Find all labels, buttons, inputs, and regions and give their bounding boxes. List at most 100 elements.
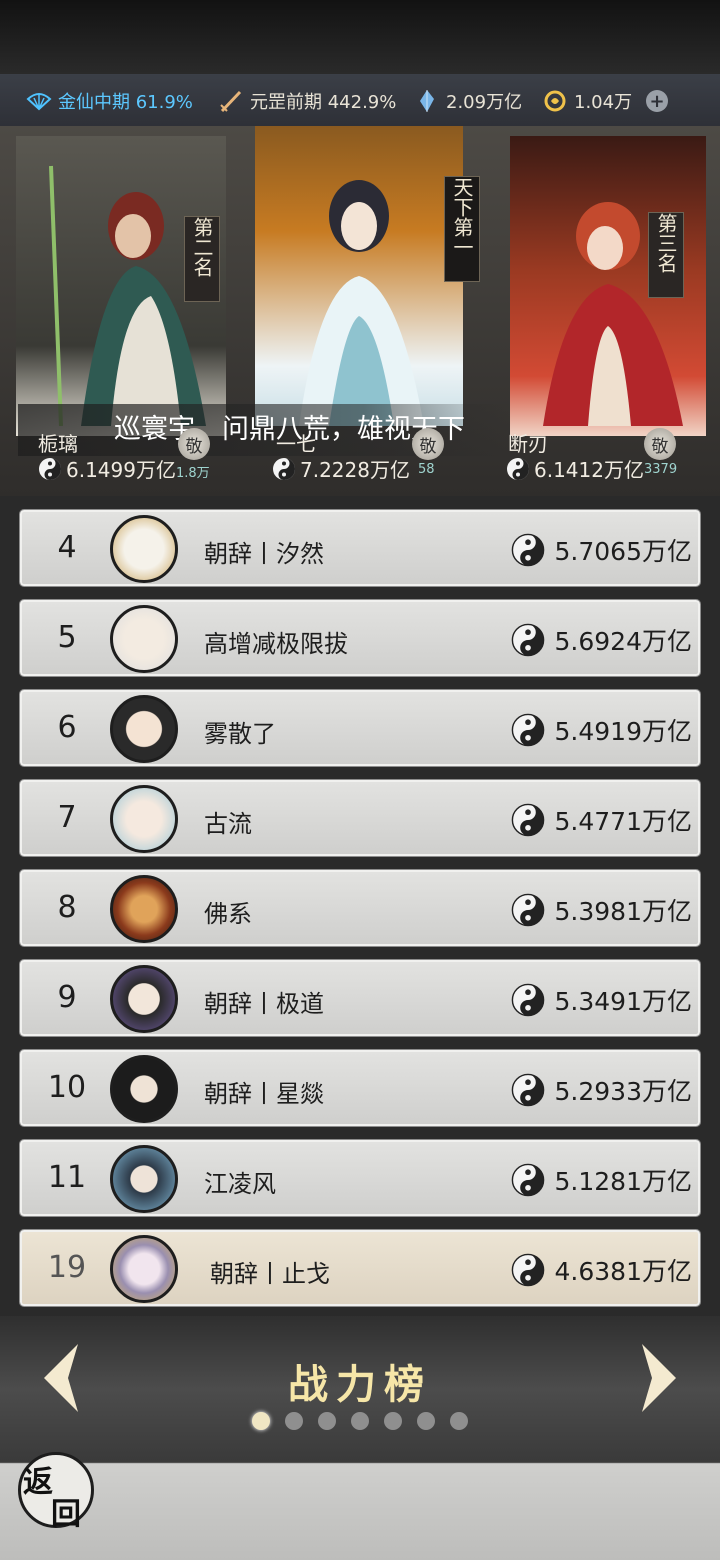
yinyang-icon: [511, 713, 544, 747]
row-power: 5.3981万亿: [511, 892, 692, 928]
realm1-text: 金仙中期 61.9%: [58, 92, 193, 113]
row-power: 5.6924万亿: [511, 622, 692, 658]
row-rank: 9: [57, 980, 77, 1015]
row-rank: 6: [57, 710, 77, 745]
row-name: 佛系: [204, 900, 252, 928]
row-rank: 10: [47, 1070, 87, 1105]
page-indicator: [252, 1412, 468, 1430]
ranking-row[interactable]: 7 古流 5.4771万亿: [20, 780, 700, 856]
row-power: 5.7065万亿: [511, 532, 692, 568]
yinyang-icon: [511, 983, 544, 1017]
fan-icon: [26, 93, 52, 111]
page-dot[interactable]: [318, 1412, 336, 1430]
page-dot[interactable]: [285, 1412, 303, 1430]
first-salute-button[interactable]: 敬: [412, 428, 444, 460]
avatar[interactable]: [110, 1055, 178, 1123]
ranking-row[interactable]: 6 雾散了 5.4919万亿: [20, 690, 700, 766]
crystal-icon: [420, 90, 434, 112]
first-name: 一七: [276, 432, 316, 456]
ranking-row[interactable]: 10 朝辞丨星燚 5.2933万亿: [20, 1050, 700, 1126]
third-rank-tag: 第三名: [648, 212, 684, 298]
avatar[interactable]: [110, 1145, 178, 1213]
row-name: 古流: [204, 810, 252, 838]
ranking-row[interactable]: 4 朝辞丨汐然 5.7065万亿: [20, 510, 700, 586]
yinyang-icon: [511, 623, 544, 657]
yinyang-icon: [511, 533, 544, 567]
avatar[interactable]: [110, 515, 178, 583]
yinyang-icon: [511, 893, 544, 927]
coin-resource: 1.04万 +: [542, 88, 669, 114]
ranking-row[interactable]: 9 朝辞丨极道 5.3491万亿: [20, 960, 700, 1036]
row-name: 高增减极限拔: [204, 630, 348, 658]
second-salute-button[interactable]: 敬: [178, 428, 210, 460]
second-salute-count: 1.8万: [176, 466, 210, 481]
avatar[interactable]: [110, 875, 178, 943]
avatar[interactable]: [110, 1235, 178, 1303]
page-dot[interactable]: [252, 1412, 270, 1430]
row-power: 5.3491万亿: [511, 982, 692, 1018]
first-rank-tag: 天下第一: [444, 176, 480, 282]
ranking-row[interactable]: 8 佛系 5.3981万亿: [20, 870, 700, 946]
crystal-resource: 2.09万亿: [414, 88, 522, 114]
row-rank: 8: [57, 890, 77, 925]
row-name: 朝辞丨止戈: [210, 1260, 330, 1288]
realm1-resource: 金仙中期 61.9%: [26, 88, 193, 114]
coin-text: 1.04万: [574, 92, 633, 113]
second-rank-tag: 第二名: [184, 216, 220, 302]
avatar[interactable]: [110, 785, 178, 853]
avatar[interactable]: [110, 695, 178, 763]
ranking-row[interactable]: 5 高增减极限拔 5.6924万亿: [20, 600, 700, 676]
row-rank: 19: [47, 1250, 87, 1285]
avatar[interactable]: [110, 605, 178, 673]
row-name: 朝辞丨星燚: [204, 1080, 324, 1108]
first-power: 7.2228万亿: [272, 454, 410, 483]
third-name: 断刃: [508, 432, 548, 456]
top-three-podium: 第二名 天下第一 第三名 巡寰宇，问鼎八荒，雄视天下 栀璃 6.1499万亿 敬…: [0, 126, 720, 496]
ranking-title: 战力榜: [288, 1361, 432, 1408]
second-power: 6.1499万亿: [38, 454, 176, 483]
yinyang-icon: [511, 1163, 544, 1197]
first-place-card[interactable]: [255, 126, 463, 426]
resource-bar: 金仙中期 61.9% 元罡前期 442.9% 2.09万亿 1.04万 +: [0, 74, 720, 126]
status-area: [0, 0, 720, 74]
row-name: 朝辞丨汐然: [204, 540, 324, 568]
page-dot[interactable]: [351, 1412, 369, 1430]
yinyang-icon: [511, 803, 544, 837]
third-salute-count: 3379: [644, 462, 678, 477]
back-button[interactable]: 返 回: [18, 1452, 94, 1532]
row-name: 江凌风: [204, 1170, 276, 1198]
character-portrait: [299, 180, 424, 426]
ranking-row[interactable]: 11 江凌风 5.1281万亿: [20, 1140, 700, 1216]
row-power: 5.2933万亿: [511, 1072, 692, 1108]
row-rank: 11: [47, 1160, 87, 1195]
row-power: 5.1281万亿: [511, 1162, 692, 1198]
yinyang-icon: [273, 457, 295, 480]
second-name: 栀璃: [38, 432, 78, 456]
row-power: 4.6381万亿: [511, 1252, 692, 1288]
my-ranking-row[interactable]: 19 朝辞丨止戈 4.6381万亿: [20, 1230, 700, 1306]
page-dot[interactable]: [417, 1412, 435, 1430]
first-salute-count: 58: [418, 462, 435, 477]
row-rank: 7: [57, 800, 77, 835]
avatar[interactable]: [110, 965, 178, 1033]
yinyang-icon: [507, 457, 529, 480]
add-coin-button[interactable]: +: [646, 90, 669, 112]
row-rank: 5: [57, 620, 77, 655]
third-salute-button[interactable]: 敬: [644, 428, 676, 460]
yinyang-icon: [511, 1073, 544, 1107]
third-power: 6.1412万亿: [506, 454, 644, 483]
row-power: 5.4919万亿: [511, 712, 692, 748]
realm2-resource: 元罡前期 442.9%: [218, 88, 396, 114]
crystal-text: 2.09万亿: [446, 92, 523, 113]
page-dot[interactable]: [384, 1412, 402, 1430]
page-dot[interactable]: [450, 1412, 468, 1430]
row-name: 朝辞丨极道: [204, 990, 324, 1018]
row-power: 5.4771万亿: [511, 802, 692, 838]
yinyang-icon: [511, 1253, 544, 1287]
yinyang-icon: [39, 457, 61, 480]
realm2-text: 元罡前期 442.9%: [250, 92, 397, 113]
sword-icon: [220, 90, 242, 113]
row-rank: 4: [57, 530, 77, 565]
row-name: 雾散了: [204, 720, 276, 748]
coin-icon: [544, 90, 566, 112]
